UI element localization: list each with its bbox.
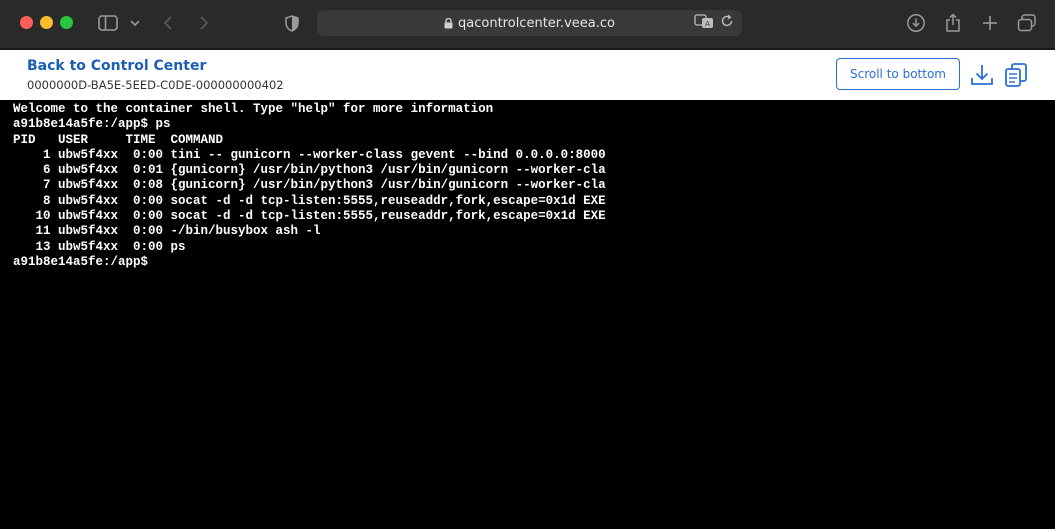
- back-icon[interactable]: [160, 12, 176, 34]
- minimize-window-button[interactable]: [40, 16, 53, 29]
- terminal-line: PID USER TIME COMMAND: [13, 132, 224, 147]
- terminal-line: 7 ubw5f4xx 0:08 {gunicorn} /usr/bin/pyth…: [13, 178, 606, 193]
- sidebar-icon[interactable]: [97, 12, 119, 34]
- terminal-line: a91b8e14a5fe:/app$ ps: [13, 117, 171, 132]
- download-icon[interactable]: [970, 62, 994, 88]
- lock-icon: [444, 17, 453, 29]
- terminal-line: 13 ubw5f4xx 0:00 ps: [13, 239, 186, 254]
- chevron-down-icon[interactable]: [128, 12, 142, 34]
- zoom-window-button[interactable]: [60, 16, 73, 29]
- terminal-line: 8 ubw5f4xx 0:00 socat -d -d tcp-listen:5…: [13, 193, 606, 208]
- new-tab-icon[interactable]: [980, 12, 1000, 34]
- reload-icon[interactable]: [720, 14, 734, 33]
- close-window-button[interactable]: [20, 16, 33, 29]
- shield-icon[interactable]: [283, 12, 301, 34]
- terminal-line: 10 ubw5f4xx 0:00 socat -d -d tcp-listen:…: [13, 209, 606, 224]
- terminal-line: Welcome to the container shell. Type "he…: [13, 102, 494, 116]
- back-to-control-center-link[interactable]: Back to Control Center: [27, 58, 206, 74]
- terminal-prompt: a91b8e14a5fe:/app$: [13, 254, 149, 269]
- scroll-to-bottom-button[interactable]: Scroll to bottom: [836, 58, 960, 90]
- copy-icon[interactable]: [1004, 62, 1028, 88]
- terminal-line: 6 ubw5f4xx 0:01 {gunicorn} /usr/bin/pyth…: [13, 163, 606, 178]
- svg-text:A: A: [705, 20, 710, 28]
- address-bar[interactable]: qacontrolcenter.veea.co A: [317, 10, 742, 36]
- terminal-line: 1 ubw5f4xx 0:00 tini -- gunicorn --worke…: [13, 147, 606, 162]
- tabs-overview-icon[interactable]: [1016, 12, 1038, 34]
- browser-toolbar: qacontrolcenter.veea.co A: [0, 0, 1055, 49]
- device-id: 0000000D-BA5E-5EED-C0DE-000000000402: [27, 78, 284, 92]
- terminal-line: 11 ubw5f4xx 0:00 -/bin/busybox ash -l: [13, 224, 321, 239]
- share-icon[interactable]: [943, 12, 963, 34]
- forward-icon[interactable]: [196, 12, 212, 34]
- app-header: Back to Control Center 0000000D-BA5E-5EE…: [0, 50, 1055, 100]
- url-text: qacontrolcenter.veea.co: [458, 15, 615, 31]
- terminal-output[interactable]: Welcome to the container shell. Type "he…: [0, 100, 1055, 529]
- download-icon[interactable]: [905, 12, 927, 34]
- translate-icon[interactable]: A: [694, 13, 714, 34]
